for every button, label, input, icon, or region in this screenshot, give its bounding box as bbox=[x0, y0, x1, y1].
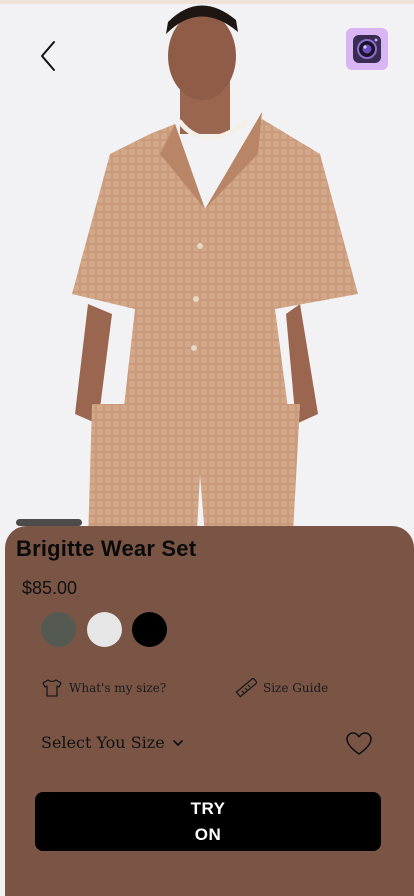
chevron-left-icon bbox=[41, 41, 55, 71]
try-on-button[interactable]: TRY ON bbox=[35, 792, 381, 851]
product-image bbox=[0, 4, 414, 578]
whats-my-size-link[interactable]: What's my size? bbox=[41, 678, 166, 698]
wishlist-button[interactable] bbox=[345, 731, 373, 757]
color-swatch-light-grey[interactable] bbox=[87, 612, 122, 647]
tshirt-icon bbox=[42, 679, 62, 697]
color-swatch-olive-grey[interactable] bbox=[41, 612, 76, 647]
whats-my-size-label: What's my size? bbox=[69, 681, 167, 695]
ruler-icon bbox=[235, 678, 257, 698]
chevron-down-icon bbox=[172, 739, 183, 746]
heart-icon bbox=[346, 732, 372, 755]
color-swatch-black[interactable] bbox=[132, 612, 167, 647]
size-select-dropdown[interactable]: Select You Size bbox=[41, 733, 185, 752]
camera-lens-icon bbox=[353, 35, 381, 63]
camera-button[interactable] bbox=[346, 28, 388, 70]
size-guide-label: Size Guide bbox=[263, 681, 329, 695]
product-title: Brigitte Wear Set bbox=[16, 536, 197, 561]
back-button[interactable] bbox=[30, 36, 66, 76]
size-select-label: Select You Size bbox=[41, 733, 165, 752]
size-guide-link[interactable]: Size Guide bbox=[235, 678, 328, 698]
sheet-drag-handle[interactable] bbox=[16, 519, 82, 526]
try-on-label: TRY ON bbox=[190, 798, 226, 844]
product-price: $85.00 bbox=[22, 578, 78, 598]
